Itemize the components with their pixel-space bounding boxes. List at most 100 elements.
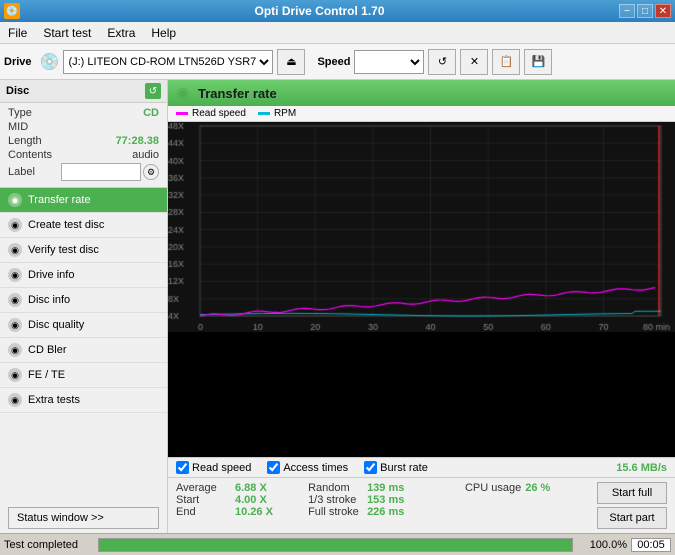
start-part-button[interactable]: Start part bbox=[597, 507, 667, 529]
stat-cpu-row: CPU usage 26 % bbox=[465, 482, 589, 494]
nav-cd-bler[interactable]: ◉ CD Bler bbox=[0, 338, 167, 363]
nav-drive-info[interactable]: ◉ Drive info bbox=[0, 263, 167, 288]
stat-fullstroke-key: Full stroke bbox=[308, 506, 363, 518]
disc-label-row: Label ⚙ bbox=[8, 163, 159, 181]
disc-header: Disc ↺ bbox=[0, 80, 167, 103]
stat-start-row: Start 4.00 X bbox=[176, 494, 300, 506]
minimize-button[interactable]: − bbox=[619, 4, 635, 18]
stat-end-key: End bbox=[176, 506, 231, 518]
nav-label-disc: Disc info bbox=[28, 294, 70, 306]
menu-starttest[interactable]: Start test bbox=[35, 22, 99, 43]
legend-rpm: RPM bbox=[258, 108, 296, 119]
stat-fullstroke-val: 226 ms bbox=[367, 506, 417, 518]
refresh-button[interactable]: ↺ bbox=[428, 49, 456, 75]
status-window-button[interactable]: Status window >> bbox=[8, 507, 159, 529]
nav-label-verify: Verify test disc bbox=[28, 244, 99, 256]
window-title: Opti Drive Control 1.70 bbox=[20, 4, 619, 18]
stat-end-row: End 10.26 X bbox=[176, 506, 300, 518]
nav-icon-drive: ◉ bbox=[8, 268, 22, 282]
disc-mid-key: MID bbox=[8, 121, 28, 133]
nav-icon-verify: ◉ bbox=[8, 243, 22, 257]
checkbox-read-speed[interactable] bbox=[176, 461, 189, 474]
nav-icon-quality: ◉ bbox=[8, 318, 22, 332]
stat-start-val: 4.00 X bbox=[235, 494, 285, 506]
stat-average-row: Average 6.88 X bbox=[176, 482, 300, 494]
titlebar-controls: − □ ✕ bbox=[619, 4, 671, 18]
legend-color-rpm bbox=[258, 112, 270, 115]
nav-label-fete: FE / TE bbox=[28, 369, 65, 381]
nav-icon-extra: ◉ bbox=[8, 393, 22, 407]
stat-cpu-key: CPU usage bbox=[465, 482, 521, 494]
nav-icon-cdbler: ◉ bbox=[8, 343, 22, 357]
stat-cpu-val: 26 % bbox=[525, 482, 575, 494]
disc-type-key: Type bbox=[8, 107, 32, 119]
menu-extra[interactable]: Extra bbox=[99, 22, 143, 43]
eject-button[interactable]: ⏏ bbox=[277, 49, 305, 75]
nav-icon-disc: ◉ bbox=[8, 293, 22, 307]
disc-header-label: Disc bbox=[6, 85, 29, 97]
stat-stroke13-row: 1/3 stroke 153 ms bbox=[308, 494, 457, 506]
save-button[interactable]: 💾 bbox=[524, 49, 552, 75]
close-button[interactable]: ✕ bbox=[655, 4, 671, 18]
clear-button[interactable]: ✕ bbox=[460, 49, 488, 75]
stat-average-key: Average bbox=[176, 482, 231, 494]
check-access-times[interactable]: Access times bbox=[267, 461, 348, 474]
stats-col3: CPU usage 26 % bbox=[465, 482, 589, 529]
titlebar: 💿 Opti Drive Control 1.70 − □ ✕ bbox=[0, 0, 675, 22]
copy-button[interactable]: 📋 bbox=[492, 49, 520, 75]
left-panel: Disc ↺ Type CD MID Length 77:28.38 Conte… bbox=[0, 80, 168, 533]
check-burst-label: Burst rate bbox=[380, 462, 428, 474]
nav-label-cdbler: CD Bler bbox=[28, 344, 67, 356]
nav-label-drive: Drive info bbox=[28, 269, 74, 281]
nav-transfer-rate[interactable]: ◉ Transfer rate bbox=[0, 188, 167, 213]
nav-list: ◉ Transfer rate ◉ Create test disc ◉ Ver… bbox=[0, 188, 167, 413]
speed-label: Speed bbox=[317, 56, 350, 68]
progress-bar-container bbox=[98, 538, 573, 552]
nav-create-test-disc[interactable]: ◉ Create test disc bbox=[0, 213, 167, 238]
check-access-label: Access times bbox=[283, 462, 348, 474]
menu-help[interactable]: Help bbox=[143, 22, 184, 43]
disc-refresh-icon[interactable]: ↺ bbox=[145, 83, 161, 99]
progress-percent: 100.0% bbox=[577, 539, 627, 551]
chart-title: Transfer rate bbox=[198, 86, 277, 101]
nav-extra-tests[interactable]: ◉ Extra tests bbox=[0, 388, 167, 413]
stats-area: Average 6.88 X Start 4.00 X End 10.26 X … bbox=[168, 478, 675, 533]
progress-bar bbox=[99, 539, 572, 551]
disc-type-row: Type CD bbox=[8, 107, 159, 119]
check-read-label: Read speed bbox=[192, 462, 251, 474]
checkbox-access-times[interactable] bbox=[267, 461, 280, 474]
nav-fe-te[interactable]: ◉ FE / TE bbox=[0, 363, 167, 388]
nav-icon-create: ◉ bbox=[8, 218, 22, 232]
menubar: File Start test Extra Help bbox=[0, 22, 675, 44]
chart-controls: Read speed Access times Burst rate 15.6 … bbox=[168, 457, 675, 478]
drive-select[interactable]: (J:) LITEON CD-ROM LTN526D YSR7 bbox=[63, 50, 273, 74]
menu-file[interactable]: File bbox=[0, 22, 35, 43]
statusbar: Test completed 100.0% 00:05 bbox=[0, 533, 675, 555]
legend-label-read: Read speed bbox=[192, 108, 246, 119]
speed-select[interactable] bbox=[354, 50, 424, 74]
drive-icon: 💿 bbox=[40, 52, 60, 72]
disc-label-input[interactable] bbox=[61, 163, 141, 181]
disc-settings-icon[interactable]: ⚙ bbox=[143, 164, 159, 180]
stat-average-val: 6.88 X bbox=[235, 482, 285, 494]
stat-random-row: Random 139 ms bbox=[308, 482, 457, 494]
stat-start-key: Start bbox=[176, 494, 231, 506]
check-read-speed[interactable]: Read speed bbox=[176, 461, 251, 474]
stat-stroke13-key: 1/3 stroke bbox=[308, 494, 363, 506]
drive-label: Drive bbox=[4, 56, 32, 68]
disc-contents-val: audio bbox=[132, 149, 159, 161]
nav-disc-quality[interactable]: ◉ Disc quality bbox=[0, 313, 167, 338]
chart-area bbox=[168, 122, 675, 457]
nav-icon-fete: ◉ bbox=[8, 368, 22, 382]
nav-icon-transfer: ◉ bbox=[8, 193, 22, 207]
stat-random-val: 139 ms bbox=[367, 482, 417, 494]
check-burst-rate[interactable]: Burst rate bbox=[364, 461, 428, 474]
disc-info: Type CD MID Length 77:28.38 Contents aud… bbox=[0, 103, 167, 188]
nav-verify-test-disc[interactable]: ◉ Verify test disc bbox=[0, 238, 167, 263]
stat-end-val: 10.26 X bbox=[235, 506, 285, 518]
checkbox-burst-rate[interactable] bbox=[364, 461, 377, 474]
maximize-button[interactable]: □ bbox=[637, 4, 653, 18]
nav-disc-info[interactable]: ◉ Disc info bbox=[0, 288, 167, 313]
disc-contents-row: Contents audio bbox=[8, 149, 159, 161]
start-full-button[interactable]: Start full bbox=[597, 482, 667, 504]
